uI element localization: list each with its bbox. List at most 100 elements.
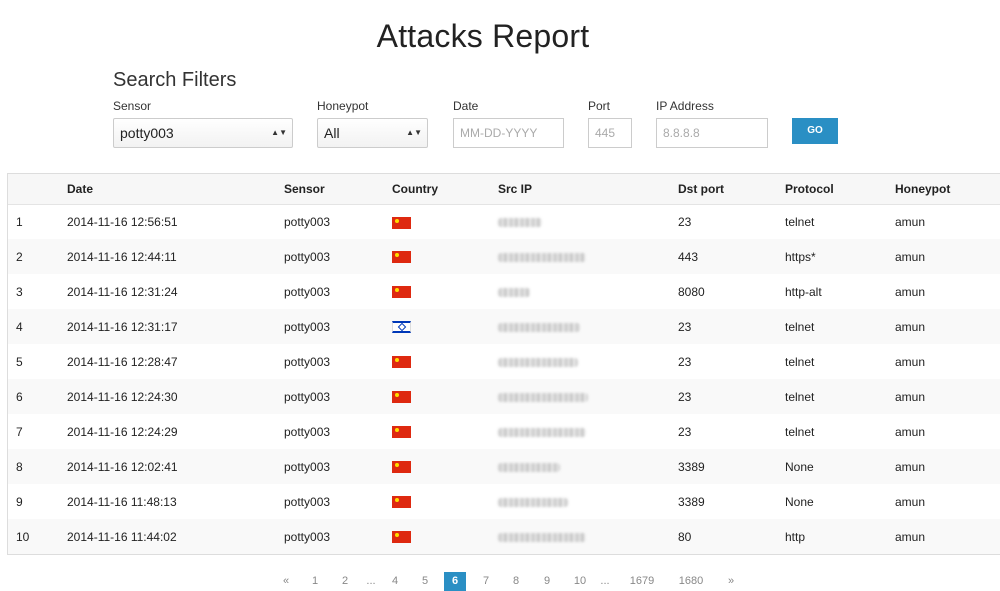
pagination-prev[interactable]: « <box>280 572 292 591</box>
page-link[interactable]: 5 <box>419 572 431 591</box>
page-link[interactable]: 8 <box>510 572 522 591</box>
row-number: 9 <box>16 494 23 509</box>
row-honeypot: amun <box>895 214 926 229</box>
row-number: 10 <box>8 519 67 554</box>
chevron-down-icon: ▲▼ <box>406 128 422 137</box>
row-date: 2014-11-16 11:48:13 <box>67 494 177 509</box>
page-link[interactable]: 7 <box>480 572 492 591</box>
row-country <box>392 449 498 484</box>
redacted-ip <box>498 532 586 542</box>
page-link[interactable]: 2 <box>339 572 351 591</box>
go-button[interactable]: GO <box>792 118 838 144</box>
row-sensor: potty003 <box>284 519 392 554</box>
row-protocol: telnet <box>785 354 815 369</box>
sensor-label: Sensor <box>113 99 152 113</box>
cn-flag-icon <box>392 286 411 299</box>
attacks-table: Date Sensor Country Src IP Dst port Prot… <box>7 173 1000 555</box>
row-src-ip <box>498 379 678 414</box>
table-row: 3 2014-11-16 12:31:24 potty003 8080 http-alt… <box>8 274 1000 309</box>
table-row: 8 2014-11-16 12:02:41 potty003 3389 None amun <box>8 449 1000 484</box>
row-dst-port: 8080 <box>678 284 705 299</box>
page-link-active[interactable]: 6 <box>444 572 466 591</box>
row-number: 3 <box>16 284 23 299</box>
row-src-ip <box>498 414 678 449</box>
cn-flag-icon <box>392 426 411 439</box>
row-src-ip <box>498 274 678 309</box>
cn-flag-icon <box>392 391 411 404</box>
page-link[interactable]: 1679 <box>627 572 657 591</box>
date-input[interactable]: MM-DD-YYYY <box>453 118 564 148</box>
pagination-ellipsis: ... <box>366 575 376 587</box>
port-input[interactable]: 445 <box>588 118 632 148</box>
row-dst-port: 3389 <box>678 494 705 509</box>
row-honeypot: amun <box>895 449 1000 484</box>
row-country <box>392 414 498 449</box>
row-src-ip <box>498 239 678 274</box>
row-honeypot: amun <box>895 424 926 439</box>
row-protocol: None <box>785 494 814 509</box>
cn-flag-icon <box>392 251 411 264</box>
header-src-ip: Src IP <box>498 174 678 205</box>
chevron-down-icon: ▲▼ <box>271 128 287 137</box>
redacted-ip <box>498 392 588 402</box>
row-country <box>392 239 498 274</box>
row-honeypot: amun <box>895 494 926 509</box>
row-number: 7 <box>16 424 23 439</box>
ip-address-input[interactable]: 8.8.8.8 <box>656 118 768 148</box>
page-link[interactable]: 10 <box>571 572 589 591</box>
row-protocol: telnet <box>785 379 895 414</box>
row-protocol: https* <box>785 239 895 274</box>
row-honeypot: amun <box>895 309 1000 344</box>
page-link[interactable]: 1 <box>309 572 321 591</box>
sensor-select[interactable]: potty003 ▲▼ <box>113 118 293 148</box>
row-country <box>392 204 498 239</box>
redacted-ip <box>498 252 586 262</box>
row-src-ip <box>498 484 678 519</box>
sensor-select-value: potty003 <box>120 125 174 141</box>
header-date: Date <box>67 174 284 205</box>
row-date: 2014-11-16 12:24:30 <box>67 379 284 414</box>
il-flag-icon <box>392 321 411 334</box>
header-country: Country <box>392 174 498 205</box>
table-row: 9 2014-11-16 11:48:13 potty003 3389 None amun <box>8 484 1000 519</box>
row-src-ip <box>498 204 678 239</box>
redacted-ip <box>498 462 560 472</box>
row-country <box>392 274 498 309</box>
page-title: Attacks Report <box>376 18 590 54</box>
row-number: 2 <box>8 239 67 274</box>
row-honeypot: amun <box>895 379 1000 414</box>
pagination-next[interactable]: » <box>725 572 737 591</box>
row-number: 8 <box>8 449 67 484</box>
header-sensor: Sensor <box>284 174 392 205</box>
row-date: 2014-11-16 11:44:02 <box>67 519 284 554</box>
row-protocol: None <box>785 449 895 484</box>
row-sensor: potty003 <box>284 449 392 484</box>
row-honeypot: amun <box>895 239 1000 274</box>
table-row: 6 2014-11-16 12:24:30 potty003 23 telnet amun <box>8 379 1000 414</box>
row-date: 2014-11-16 12:24:29 <box>67 424 178 439</box>
row-date: 2014-11-16 12:31:17 <box>67 309 284 344</box>
row-dst-port: 443 <box>678 239 785 274</box>
search-filters-title: Search Filters <box>113 69 237 91</box>
row-honeypot: amun <box>895 284 926 299</box>
row-date: 2014-11-16 12:28:47 <box>67 354 178 369</box>
cn-flag-icon <box>392 496 411 509</box>
row-honeypot: amun <box>895 519 1000 554</box>
date-label: Date <box>453 99 479 113</box>
row-src-ip <box>498 519 678 554</box>
row-number: 5 <box>16 354 23 369</box>
row-sensor: potty003 <box>284 214 331 229</box>
page-link[interactable]: 9 <box>540 572 554 591</box>
row-sensor: potty003 <box>284 239 392 274</box>
table-row: 5 2014-11-16 12:28:47 potty003 23 telnet amun <box>8 344 1000 379</box>
page-link[interactable]: 4 <box>389 572 401 591</box>
redacted-ip <box>498 427 586 437</box>
row-sensor: potty003 <box>284 494 331 509</box>
page-link[interactable]: 1680 <box>676 572 706 591</box>
honeypot-label: Honeypot <box>317 99 369 113</box>
header-protocol: Protocol <box>785 174 895 205</box>
honeypot-select[interactable]: All ▲▼ <box>317 118 428 148</box>
header-dst-port: Dst port <box>678 174 785 205</box>
redacted-ip <box>498 287 530 297</box>
pagination: « 1 2... 4 5 6 7 8 9 10... 1679 1680 » <box>0 572 1000 591</box>
